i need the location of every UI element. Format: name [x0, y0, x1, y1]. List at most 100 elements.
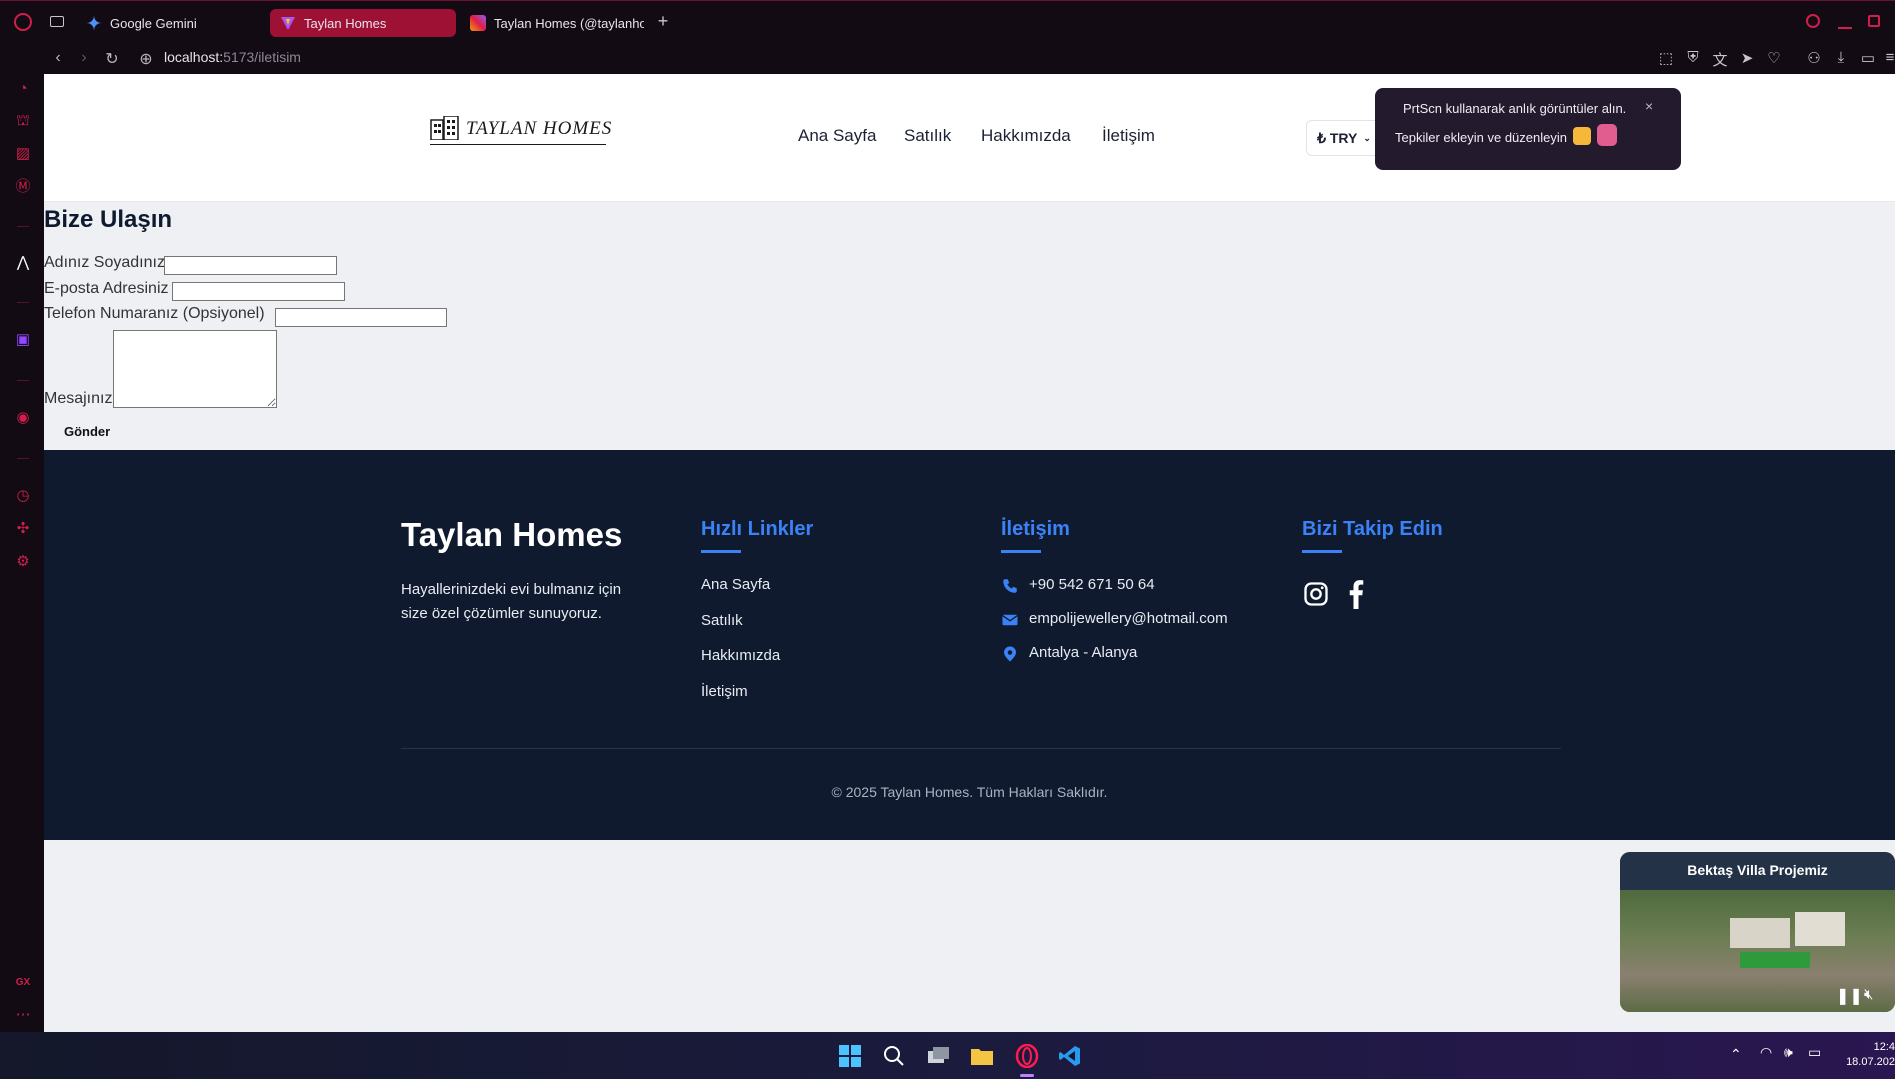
battery-tray-icon[interactable]: ▭: [1808, 1044, 1821, 1061]
history-icon[interactable]: ◷: [14, 487, 32, 505]
message-textarea[interactable]: [113, 330, 277, 408]
maximize-icon[interactable]: [1868, 15, 1880, 27]
download-icon[interactable]: ⤓: [1831, 49, 1851, 66]
messenger-icon[interactable]: Ⓜ: [14, 178, 32, 196]
tab-instagram[interactable]: Taylan Homes (@taylanho: [460, 9, 644, 37]
phone-input[interactable]: [275, 308, 447, 327]
building-icon: [430, 116, 459, 140]
footer-divider: [401, 748, 1561, 749]
video-widget[interactable]: Bektaş Villa Projemiz ❚❚ 🔇︎: [1620, 852, 1895, 1012]
windows-taskbar: ⌃ ◠ 🕪︎ ▭ 12:4 18.07.202: [0, 1032, 1895, 1079]
instagram-icon: [470, 15, 486, 31]
site-logo[interactable]: TAYLAN HOMES: [430, 114, 614, 150]
chevron-down-icon: ⌄: [1363, 132, 1371, 143]
location-pin-icon: [1004, 646, 1016, 662]
file-explorer-icon[interactable]: [968, 1042, 996, 1070]
tab-label: Taylan Homes (@taylanho: [494, 15, 644, 31]
instagram-icon[interactable]: [1302, 580, 1330, 608]
footer-link-hakkimizda[interactable]: Hakkımızda: [701, 647, 780, 664]
footer-link-ana-sayfa[interactable]: Ana Sayfa: [701, 576, 770, 593]
phone-label: Telefon Numaranız (Opsiyonel): [44, 305, 265, 322]
extensions-icon[interactable]: ✣: [14, 520, 32, 538]
footer-phone[interactable]: +90 542 671 50 64: [1029, 576, 1155, 593]
send-icon[interactable]: ➤: [1737, 49, 1757, 67]
url-field[interactable]: localhost:5173/iletisim: [164, 49, 301, 65]
heart-icon[interactable]: ♡: [1764, 49, 1784, 67]
system-clock[interactable]: 12:4 18.07.202: [1845, 1040, 1895, 1070]
speed-dial-icon[interactable]: ◔: [14, 80, 32, 98]
volume-icon[interactable]: 🕪︎: [1784, 1044, 1793, 1061]
search-icon[interactable]: [880, 1042, 908, 1070]
name-label: Adınız Soyadınız: [44, 254, 165, 271]
email-input[interactable]: [172, 282, 345, 301]
adblock-icon[interactable]: ⛨: [1683, 49, 1703, 66]
tab-label: Google Gemini: [110, 15, 197, 31]
new-tab-button[interactable]: +: [654, 12, 672, 31]
nav-iletisim[interactable]: İletişim: [1102, 126, 1155, 146]
emoji-icon: [1573, 127, 1591, 145]
logo-text: TAYLAN HOMES: [466, 118, 613, 139]
gx-cleaner-icon[interactable]: ▨: [14, 145, 32, 163]
nav-satilik[interactable]: Satılık: [904, 126, 951, 146]
footer-email[interactable]: empolijewellery@hotmail.com: [1029, 610, 1228, 627]
task-view-icon[interactable]: [924, 1042, 952, 1070]
footer-link-iletisim[interactable]: İletişim: [701, 683, 748, 700]
search-tabs-icon[interactable]: [1806, 14, 1820, 28]
tray-chevron-icon[interactable]: ⌃: [1730, 1046, 1742, 1063]
email-label: E-posta Adresiniz: [44, 280, 169, 297]
currency-label: ₺ TRY: [1317, 129, 1358, 146]
globe-icon: ⊕: [139, 51, 153, 68]
menu-icon[interactable]: ≡: [1880, 49, 1895, 66]
vite-icon: [281, 17, 295, 30]
aria-icon[interactable]: ⋀: [14, 254, 32, 272]
phone-icon: [1003, 579, 1017, 593]
toast-line-2: Tepkiler ekleyin ve düzenleyin: [1395, 130, 1567, 145]
reload-icon[interactable]: ↻: [102, 49, 122, 69]
currency-selector[interactable]: ₺ TRY ⌄: [1306, 120, 1382, 156]
facebook-icon[interactable]: [1346, 579, 1366, 609]
tab-menu-icon[interactable]: [50, 16, 64, 27]
copyright: © 2025 Taylan Homes. Tüm Hakları Saklıdı…: [831, 784, 1108, 800]
vscode-icon[interactable]: [1056, 1042, 1084, 1070]
snapshot-icon[interactable]: ⬚: [1656, 49, 1676, 67]
gx-control-icon[interactable]: ⛫: [14, 112, 32, 130]
clock-date: 18.07.202: [1846, 1056, 1895, 1068]
opera-logo-icon[interactable]: [14, 13, 32, 31]
player-icon[interactable]: ◉: [14, 409, 32, 427]
video-title: Bektaş Villa Projemiz: [1687, 862, 1828, 878]
footer-link-satilik[interactable]: Satılık: [701, 612, 743, 629]
wifi-icon[interactable]: ◠: [1760, 1044, 1772, 1061]
logo-underline: [430, 144, 606, 145]
settings-icon[interactable]: ⚙: [14, 553, 32, 571]
screenshot-toast: PrtScn kullanarak anlık görüntüler alın.…: [1375, 88, 1681, 170]
footer-location: Antalya - Alanya: [1029, 644, 1138, 661]
contact-heading: İletişim: [1001, 518, 1070, 553]
sidebar-divider: [17, 380, 29, 381]
forward-icon[interactable]: ›: [74, 49, 94, 67]
name-input[interactable]: [164, 256, 337, 275]
more-icon[interactable]: ⋯: [14, 1006, 32, 1024]
translate-icon[interactable]: 文: [1710, 49, 1730, 70]
nav-ana-sayfa[interactable]: Ana Sayfa: [798, 126, 876, 146]
gx-icon[interactable]: GX: [14, 974, 32, 992]
back-icon[interactable]: ‹: [48, 49, 68, 67]
profile-icon[interactable]: ⚇: [1804, 49, 1824, 67]
mute-icon[interactable]: 🔇︎: [1864, 986, 1873, 1003]
toast-close-button[interactable]: ×: [1645, 98, 1653, 114]
tab-google-gemini[interactable]: Google Gemini: [76, 9, 266, 37]
minimize-icon[interactable]: [1838, 27, 1852, 29]
nav-hakkimizda[interactable]: Hakkımızda: [981, 126, 1071, 146]
opera-gx-taskbar-icon[interactable]: [1013, 1042, 1041, 1070]
tab-taylan-homes[interactable]: Taylan Homes: [270, 9, 456, 37]
sidebar-divider: [17, 302, 29, 303]
clock-time: 12:4: [1873, 1041, 1895, 1053]
site-footer: Taylan Homes Hayallerinizdeki evi bulman…: [44, 450, 1895, 840]
footer-brand: Taylan Homes: [401, 516, 623, 553]
submit-button[interactable]: Gönder: [64, 424, 110, 439]
pause-icon[interactable]: ❚❚: [1836, 986, 1863, 1006]
message-label: Mesajınız: [44, 390, 113, 407]
active-app-indicator: [1020, 1074, 1034, 1077]
toast-line-1: PrtScn kullanarak anlık görüntüler alın.: [1403, 101, 1627, 116]
start-icon[interactable]: [836, 1042, 864, 1070]
twitch-icon[interactable]: ▣: [14, 331, 32, 349]
